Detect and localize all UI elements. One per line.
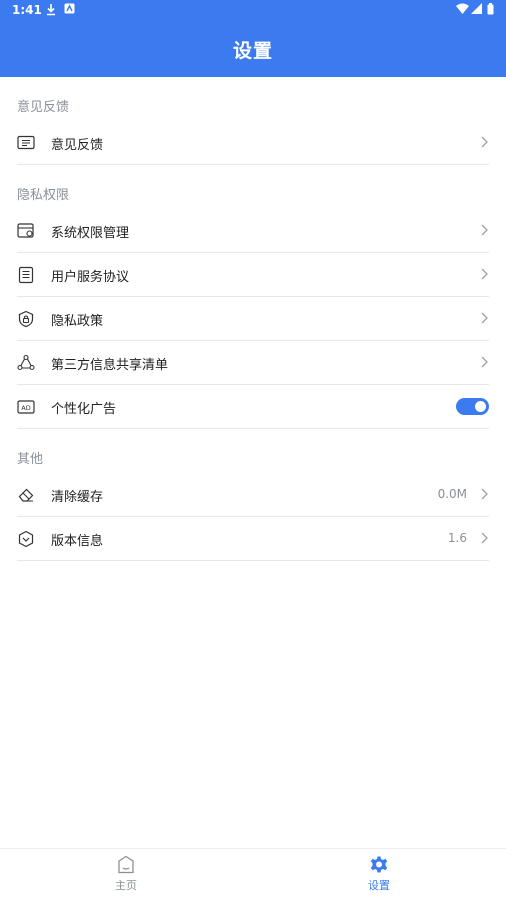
system-permission-row[interactable]: 系统权限管理 xyxy=(17,209,489,253)
ad-icon: AD xyxy=(17,400,35,414)
version-info-row[interactable]: 版本信息 1.6 xyxy=(17,517,489,561)
shield-icon xyxy=(18,310,34,328)
chevron-right-icon xyxy=(481,356,488,368)
download-icon xyxy=(47,4,55,16)
cache-size: 0.0M xyxy=(437,487,467,501)
tab-settings-label: 设置 xyxy=(368,879,390,892)
feedback-row[interactable]: 意见反馈 xyxy=(17,121,489,165)
privacy-policy-label: 隐私政策 xyxy=(51,314,104,329)
chevron-right-icon xyxy=(481,268,488,280)
signal-icon xyxy=(471,3,482,14)
privacy-policy-row[interactable]: 隐私政策 xyxy=(17,297,489,341)
eraser-icon xyxy=(18,488,34,502)
tab-home[interactable]: 主页 xyxy=(86,855,166,893)
clear-cache-label: 清除缓存 xyxy=(51,490,104,505)
app-header: 1:41 设置 xyxy=(0,0,506,77)
permission-icon xyxy=(17,223,34,238)
page-title: 设置 xyxy=(232,40,273,62)
personalized-ads-row: AD 个性化广告 xyxy=(17,385,489,429)
chevron-right-icon xyxy=(481,136,488,148)
version-icon xyxy=(18,530,34,548)
tab-settings[interactable]: 设置 xyxy=(339,855,419,893)
section-title-other: 其他 xyxy=(17,452,44,467)
chevron-right-icon xyxy=(481,532,488,544)
third-party-sharing-row[interactable]: 第三方信息共享清单 xyxy=(17,341,489,385)
user-agreement-label: 用户服务协议 xyxy=(51,270,130,285)
personalized-ads-label: 个性化广告 xyxy=(51,402,117,417)
chevron-right-icon xyxy=(481,488,488,500)
battery-icon xyxy=(487,3,494,15)
section-title-privacy: 隐私权限 xyxy=(17,188,70,203)
chevron-right-icon xyxy=(481,312,488,324)
status-bar: 1:41 xyxy=(0,0,506,22)
version-info-label: 版本信息 xyxy=(51,534,104,549)
system-permission-label: 系统权限管理 xyxy=(51,226,130,241)
bottom-nav: 主页 设置 xyxy=(0,848,506,899)
home-icon xyxy=(118,855,134,874)
share-icon xyxy=(17,354,35,371)
clear-cache-row[interactable]: 清除缓存 0.0M xyxy=(17,473,489,517)
chevron-right-icon xyxy=(481,224,488,236)
svg-text:AD: AD xyxy=(21,404,30,412)
toggle-knob xyxy=(475,401,486,412)
settings-list: 意见反馈 意见反馈 隐私权限 系统权限管理 用户服务协议 隐私政策 第三方信息共… xyxy=(0,77,506,561)
section-title-feedback: 意见反馈 xyxy=(17,100,70,115)
personalized-ads-toggle[interactable] xyxy=(456,398,489,415)
document-icon xyxy=(18,266,34,284)
app-notification-icon xyxy=(64,3,75,14)
status-time: 1:41 xyxy=(12,3,42,17)
chat-icon xyxy=(17,135,35,150)
feedback-label: 意见反馈 xyxy=(51,138,104,153)
user-agreement-row[interactable]: 用户服务协议 xyxy=(17,253,489,297)
wifi-icon xyxy=(456,3,469,14)
gear-icon xyxy=(370,856,388,873)
tab-home-label: 主页 xyxy=(115,879,137,892)
version-number: 1.6 xyxy=(447,531,467,545)
third-party-sharing-label: 第三方信息共享清单 xyxy=(51,358,169,373)
